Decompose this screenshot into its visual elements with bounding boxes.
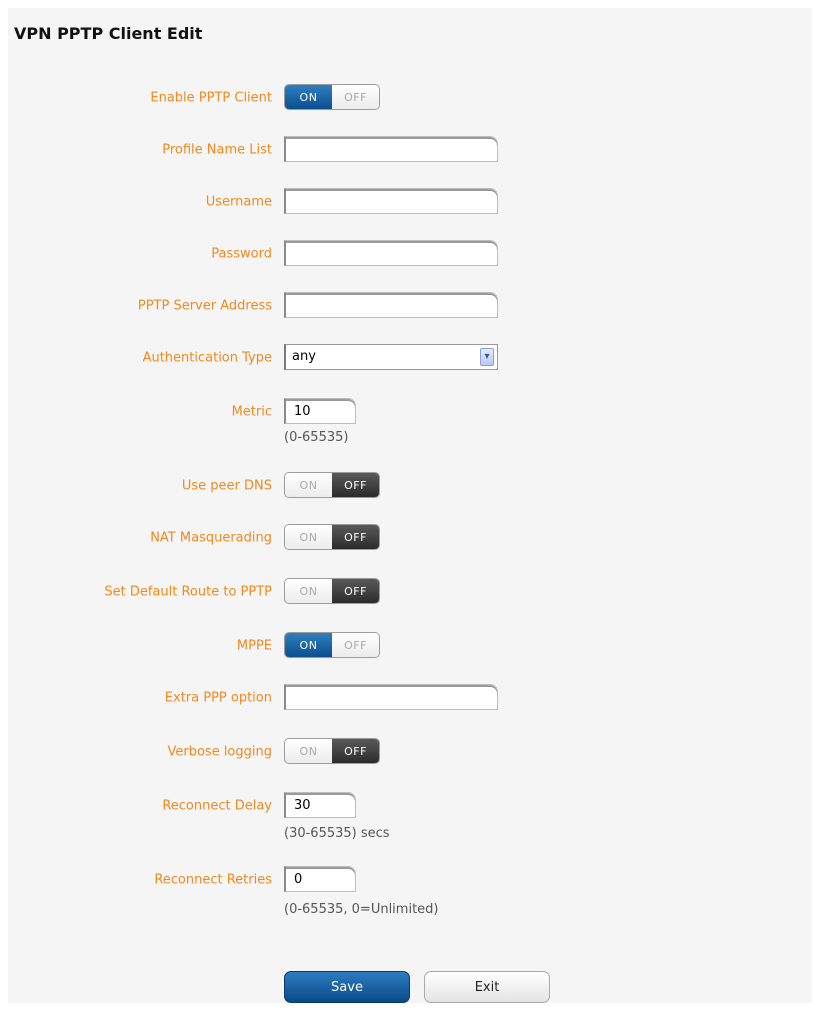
row-verbose: Verbose logging ON OFF bbox=[0, 738, 818, 766]
mppe-label: MPPE bbox=[236, 638, 272, 654]
row-server-address: PPTP Server Address bbox=[0, 292, 818, 320]
toggle-off-option[interactable]: OFF bbox=[332, 739, 379, 763]
peer-dns-toggle[interactable]: ON OFF bbox=[284, 472, 380, 498]
row-reconnect-retries: Reconnect Retries bbox=[0, 866, 818, 894]
reconnect-retries-hint: (0-65535, 0=Unlimited) bbox=[284, 902, 439, 917]
toggle-on-option[interactable]: ON bbox=[285, 85, 332, 109]
extra-ppp-input[interactable] bbox=[284, 684, 498, 710]
toggle-off-option[interactable]: OFF bbox=[332, 579, 379, 603]
reconnect-retries-input[interactable] bbox=[284, 866, 356, 892]
metric-label: Metric bbox=[231, 404, 272, 420]
toggle-off-option[interactable]: OFF bbox=[332, 633, 379, 657]
row-auth-type: Authentication Type any ▾ bbox=[0, 344, 818, 372]
row-extra-ppp: Extra PPP option bbox=[0, 684, 818, 712]
enable-pptp-label: Enable PPTP Client bbox=[150, 90, 272, 106]
server-address-label: PPTP Server Address bbox=[137, 298, 272, 314]
auth-type-value: any bbox=[292, 349, 316, 364]
row-profile-name: Profile Name List bbox=[0, 136, 818, 164]
toggle-off-option[interactable]: OFF bbox=[332, 525, 379, 549]
peer-dns-label: Use peer DNS bbox=[181, 478, 272, 494]
username-input[interactable] bbox=[284, 188, 498, 214]
row-metric: Metric bbox=[0, 398, 818, 426]
verbose-label: Verbose logging bbox=[167, 744, 272, 760]
reconnect-delay-input[interactable] bbox=[284, 792, 356, 818]
auth-type-label: Authentication Type bbox=[142, 350, 272, 366]
verbose-toggle[interactable]: ON OFF bbox=[284, 738, 380, 764]
toggle-on-option[interactable]: ON bbox=[285, 473, 332, 497]
toggle-on-option[interactable]: ON bbox=[285, 525, 332, 549]
reconnect-delay-hint: (30-65535) secs bbox=[284, 826, 390, 841]
nat-masq-toggle[interactable]: ON OFF bbox=[284, 524, 380, 550]
toggle-off-option[interactable]: OFF bbox=[332, 473, 379, 497]
server-address-input[interactable] bbox=[284, 292, 498, 318]
row-password: Password bbox=[0, 240, 818, 268]
toggle-on-option[interactable]: ON bbox=[285, 579, 332, 603]
nat-masq-label: NAT Masquerading bbox=[150, 530, 272, 546]
row-mppe: MPPE ON OFF bbox=[0, 632, 818, 660]
toggle-on-option[interactable]: ON bbox=[285, 739, 332, 763]
reconnect-retries-label: Reconnect Retries bbox=[154, 872, 272, 888]
enable-pptp-toggle[interactable]: ON OFF bbox=[284, 84, 380, 110]
exit-button[interactable]: Exit bbox=[424, 971, 550, 1003]
metric-hint: (0-65535) bbox=[284, 430, 349, 445]
row-enable-pptp: Enable PPTP Client ON OFF bbox=[0, 84, 818, 112]
profile-name-input[interactable] bbox=[284, 136, 498, 162]
row-nat-masq: NAT Masquerading ON OFF bbox=[0, 524, 818, 552]
row-default-route: Set Default Route to PPTP ON OFF bbox=[0, 578, 818, 606]
username-label: Username bbox=[205, 194, 272, 210]
profile-name-label: Profile Name List bbox=[162, 142, 272, 158]
default-route-toggle[interactable]: ON OFF bbox=[284, 578, 380, 604]
reconnect-delay-label: Reconnect Delay bbox=[162, 798, 272, 814]
metric-input[interactable] bbox=[284, 398, 356, 424]
default-route-label: Set Default Route to PPTP bbox=[104, 584, 272, 600]
auth-type-select[interactable]: any ▾ bbox=[284, 344, 498, 370]
row-username: Username bbox=[0, 188, 818, 216]
row-reconnect-delay: Reconnect Delay bbox=[0, 792, 818, 820]
chevron-down-icon[interactable]: ▾ bbox=[480, 348, 494, 366]
toggle-on-option[interactable]: ON bbox=[285, 633, 332, 657]
password-input[interactable] bbox=[284, 240, 498, 266]
toggle-off-option[interactable]: OFF bbox=[332, 85, 379, 109]
row-peer-dns: Use peer DNS ON OFF bbox=[0, 472, 818, 500]
extra-ppp-label: Extra PPP option bbox=[164, 690, 272, 706]
page-title: VPN PPTP Client Edit bbox=[14, 24, 203, 43]
mppe-toggle[interactable]: ON OFF bbox=[284, 632, 380, 658]
password-label: Password bbox=[211, 246, 272, 262]
save-button[interactable]: Save bbox=[284, 971, 410, 1003]
